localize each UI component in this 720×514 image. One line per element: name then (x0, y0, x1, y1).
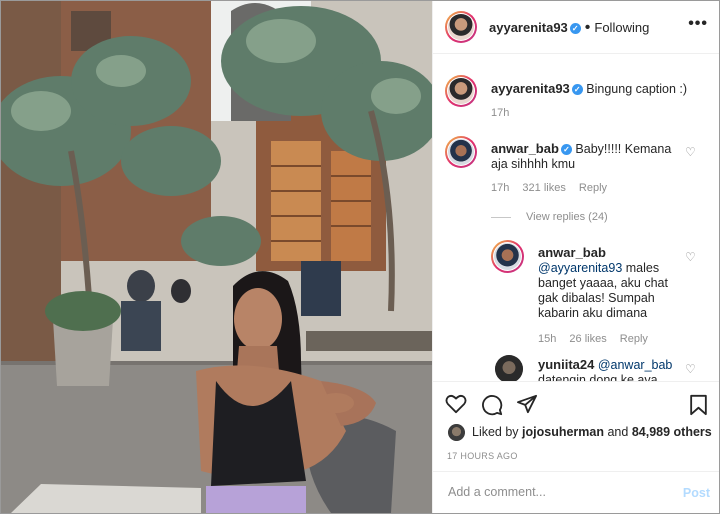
share-paper-plane-icon[interactable] (516, 394, 538, 414)
post-photo[interactable] (1, 1, 432, 513)
liked-by-avatar[interactable] (448, 424, 465, 441)
comment-like-heart-icon[interactable]: ♡ (685, 145, 696, 159)
verified-badge-icon: ✓ (571, 84, 583, 95)
caption-time: 17h (491, 107, 510, 119)
post-comment-button[interactable]: Post (683, 486, 710, 500)
comment-reply-button[interactable]: Reply (579, 182, 607, 194)
comment-text: anwar_bab ✓ Baby!!!!! Kemana aja sihhhh k… (491, 141, 676, 172)
comment-username[interactable]: anwar_bab (491, 141, 559, 156)
reply-meta: 15h 26 likes Reply (538, 333, 658, 345)
like-heart-icon[interactable] (445, 394, 467, 414)
comment-time: 17h (491, 182, 510, 194)
liked-by-user[interactable]: jojosuherman (522, 425, 604, 439)
add-comment-bar: Post (433, 471, 719, 513)
reply-reply-button[interactable]: Reply (620, 333, 648, 345)
post-header: ayyarenita93 ✓ • Following ••• (433, 1, 719, 54)
liked-by-middle: and (604, 425, 632, 439)
reply-body: datengin dong ke ava (538, 373, 658, 381)
add-comment-input[interactable] (446, 484, 670, 500)
liked-by-text: Liked by jojosuherman and 84,989 others (472, 425, 712, 439)
reply-like-heart-icon[interactable]: ♡ (685, 250, 696, 264)
reply-mention[interactable]: @anwar_bab (598, 358, 673, 372)
caption-avatar[interactable] (445, 75, 477, 107)
avatar[interactable] (445, 11, 477, 43)
reply-avatar[interactable] (495, 355, 523, 381)
header-separator: • (584, 19, 591, 36)
reply-time: 15h (538, 333, 557, 345)
reply-like-heart-icon[interactable]: ♡ (685, 362, 696, 376)
reply-text: anwar_bab @ayyarenita93 males banget yaa… (538, 245, 678, 321)
liked-by-count[interactable]: 84,989 others (632, 425, 712, 439)
comment-likes[interactable]: 321 likes (522, 182, 565, 194)
header-username[interactable]: ayyarenita93 (489, 20, 568, 35)
instagram-post-window: ayyarenita93 ✓ • Following ••• ayyarenita93… (0, 0, 720, 514)
caption-username[interactable]: ayyarenita93 (491, 81, 570, 96)
reply-avatar[interactable] (491, 240, 524, 273)
post-side-panel: ayyarenita93 ✓ • Following ••• ayyarenita93… (432, 1, 719, 513)
more-options-icon[interactable]: ••• (688, 15, 708, 33)
view-replies-line (491, 217, 511, 218)
comments-list: ayyarenita93 ✓ Bingung caption :) 17h anw… (433, 54, 719, 381)
verified-badge-icon: ✓ (560, 144, 572, 155)
verified-badge-icon: ✓ (569, 23, 581, 34)
liked-by-prefix: Liked by (472, 425, 523, 439)
view-replies-button[interactable]: View replies (24) (526, 211, 608, 223)
save-bookmark-icon[interactable] (689, 394, 708, 416)
caption-body: Bingung caption :) (586, 82, 688, 96)
post-actions: Liked by jojosuherman and 84,989 others … (433, 381, 719, 472)
reply-username[interactable]: yuniita24 (538, 357, 594, 372)
photo-illustration (1, 1, 432, 513)
post-time-ago[interactable]: 17 HOURS AGO (447, 451, 518, 461)
reply-username[interactable]: anwar_bab (538, 245, 606, 260)
header-user-row: ayyarenita93 ✓ • Following (489, 19, 649, 37)
caption-meta: 17h (491, 107, 519, 119)
reply-mention[interactable]: @ayyarenita93 (538, 261, 622, 275)
comment-bubble-icon[interactable] (481, 394, 503, 416)
following-button[interactable]: Following (594, 20, 649, 35)
comment-avatar[interactable] (445, 136, 477, 168)
caption-text: ayyarenita93 ✓ Bingung caption :) (491, 81, 706, 97)
comment-meta: 17h 321 likes Reply (491, 182, 617, 194)
reply-text: yuniita24 @anwar_bab datengin dong ke av… (538, 357, 678, 381)
reply-likes[interactable]: 26 likes (569, 333, 606, 345)
